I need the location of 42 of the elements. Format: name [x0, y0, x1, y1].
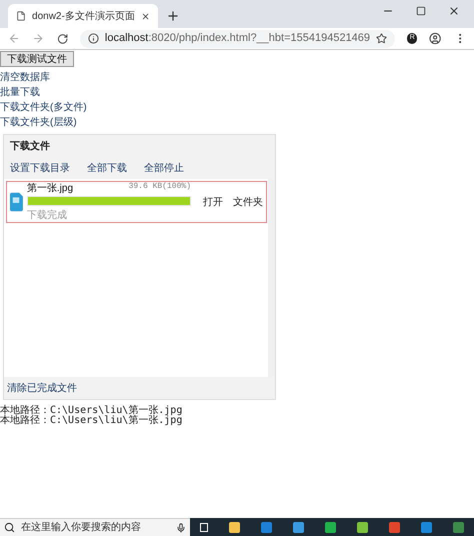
action-link[interactable]: 批量下载: [0, 85, 87, 100]
taskbar-app-icon[interactable]: [389, 522, 400, 532]
file-row[interactable]: 第一张.jpg 39.6 KB(100%) 下载完成 打开 文件夹: [6, 181, 267, 223]
taskbar-app-icon[interactable]: [261, 522, 272, 532]
file-name: 第一张.jpg: [26, 182, 74, 196]
taskbar-search-field[interactable]: 在这里输入你要搜索的内容: [0, 518, 190, 536]
panel-action-link[interactable]: 全部下载: [87, 160, 127, 176]
taskbar-app-icon[interactable]: [229, 522, 240, 532]
taskbar-app-icon[interactable]: [293, 522, 304, 532]
panel-action-link[interactable]: 全部停止: [144, 160, 184, 176]
action-link[interactable]: 下载文件夹(多文件): [0, 100, 87, 115]
clear-completed-link[interactable]: 清除已完成文件: [4, 377, 275, 399]
close-window-icon[interactable]: [448, 5, 460, 17]
search-icon: [4, 522, 15, 533]
bookmark-star-icon[interactable]: [376, 33, 388, 44]
page-icon: [16, 10, 26, 22]
maximize-icon[interactable]: [416, 6, 426, 16]
log-line: 本地路径：C:\Users\liu\第一张.jpg: [0, 406, 182, 416]
task-view-icon[interactable]: [200, 522, 208, 532]
download-test-button[interactable]: 下载测试文件: [0, 51, 74, 67]
file-size: 39.6 KB(100%): [128, 181, 191, 193]
new-tab-icon[interactable]: [166, 9, 180, 23]
taskbar-app-icon[interactable]: [357, 522, 368, 532]
panel-action-link[interactable]: 设置下载目录: [10, 160, 70, 176]
action-link[interactable]: 下载文件夹(层级): [0, 115, 87, 130]
browser-tab[interactable]: donw2-多文件演示页面: [8, 4, 158, 28]
file-action-link[interactable]: 打开: [203, 194, 223, 210]
address-bar[interactable]: localhost:8020/php/index.html?__hbt=1554194521469: [80, 30, 396, 48]
log-line: 本地路径：C:\Users\liu\第一张.jpg: [0, 416, 182, 426]
file-action-link[interactable]: 文件夹: [233, 194, 263, 210]
panel-title: 下载文件: [9, 140, 51, 154]
microphone-icon: [176, 522, 186, 532]
taskbar-app-icon[interactable]: [421, 522, 432, 532]
tab-title: donw2-多文件演示页面: [32, 10, 135, 24]
taskbar-app-icon[interactable]: [325, 522, 336, 532]
profile-icon[interactable]: [429, 32, 442, 45]
url-text: localhost:8020/php/index.html?__hbt=1554194521469: [104, 31, 370, 46]
image-file-icon: [10, 192, 23, 212]
action-link[interactable]: 清空数据库: [0, 70, 87, 85]
info-icon: [88, 33, 99, 44]
reload-icon[interactable]: [56, 32, 68, 44]
download-status: 下载完成: [26, 208, 68, 223]
